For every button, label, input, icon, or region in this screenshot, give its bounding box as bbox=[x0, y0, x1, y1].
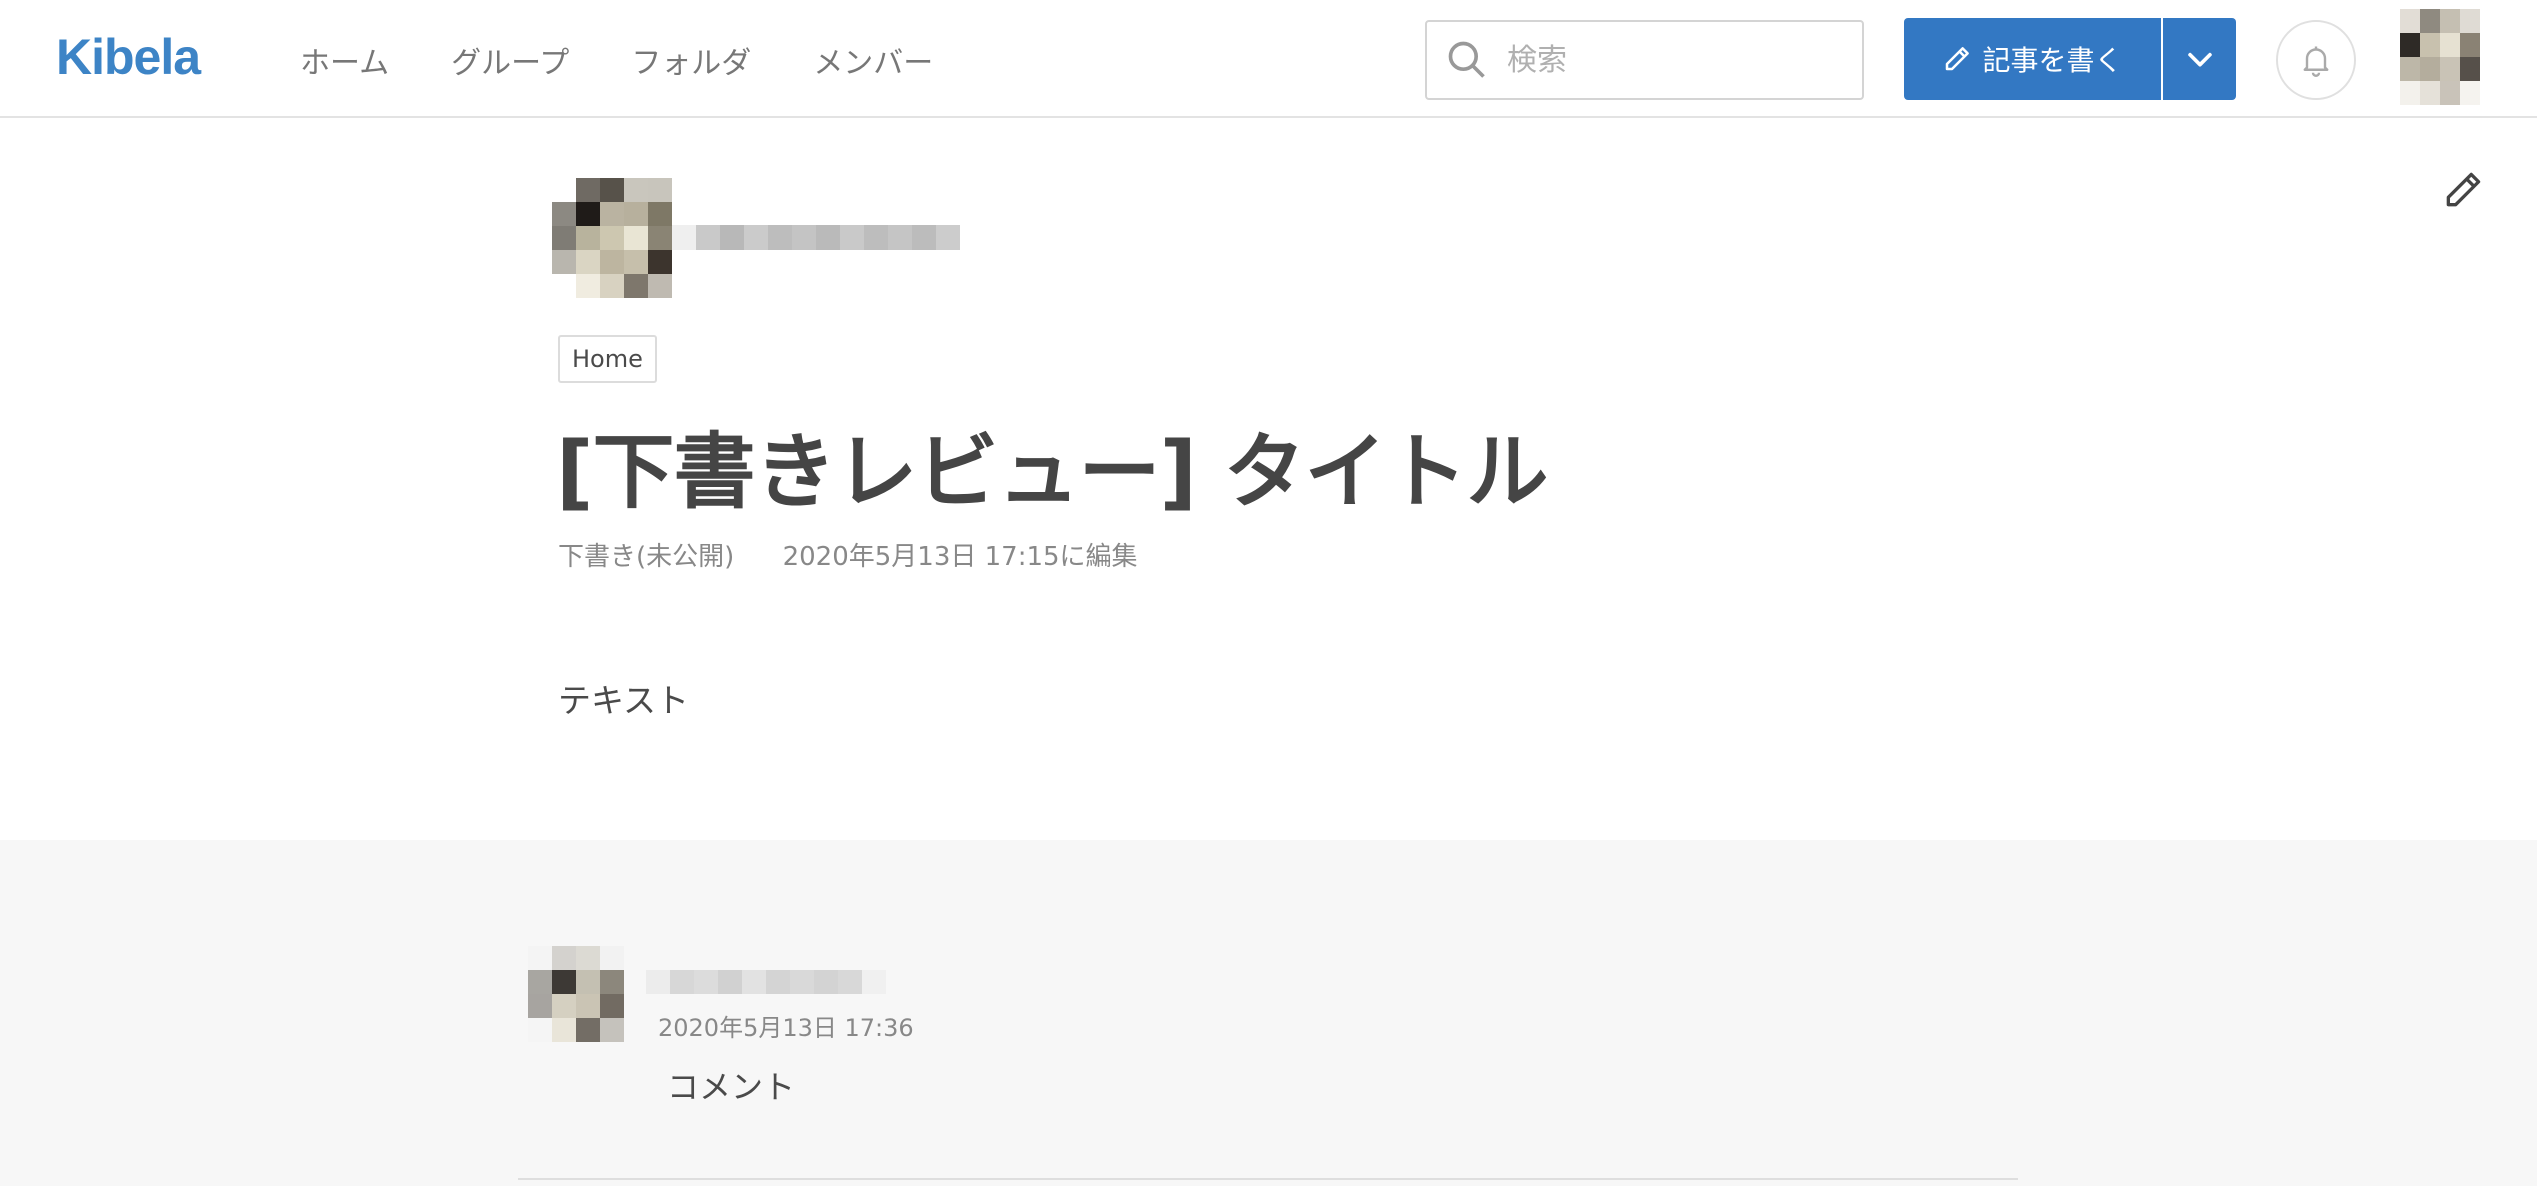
article-body: テキスト bbox=[558, 681, 690, 720]
nav-item-folders[interactable]: フォルダ bbox=[631, 38, 751, 82]
pencil-icon bbox=[1946, 47, 1970, 71]
comment-timestamp[interactable]: 2020年5月13日 17:36 bbox=[658, 1008, 914, 1043]
write-article-button[interactable]: 記事を書く bbox=[1904, 18, 2161, 100]
comment-divider bbox=[518, 1178, 2018, 1180]
top-header: Kibela ホーム グループ フォルダ メンバー 記事を書く bbox=[0, 0, 2537, 118]
chevron-down-icon bbox=[2187, 52, 2212, 67]
author-name[interactable] bbox=[672, 225, 960, 250]
article-title: [下書きレビュー] タイトル bbox=[556, 425, 1549, 520]
main-nav: ホーム グループ フォルダ メンバー bbox=[300, 38, 995, 82]
search-input[interactable] bbox=[1507, 34, 1847, 86]
write-dropdown-button[interactable] bbox=[2163, 18, 2236, 100]
commenter-name[interactable] bbox=[646, 970, 886, 994]
search-icon bbox=[1448, 41, 1485, 78]
article-meta: 下書き(未公開) 2020年5月13日 17:15に編集 bbox=[558, 536, 1138, 573]
commenter-avatar[interactable] bbox=[528, 946, 624, 1042]
edit-article-icon[interactable] bbox=[2441, 168, 2485, 212]
draft-status: 下書き(未公開) bbox=[558, 542, 735, 572]
nav-item-groups[interactable]: グループ bbox=[451, 38, 569, 82]
notifications-button[interactable] bbox=[2276, 20, 2356, 100]
nav-item-home[interactable]: ホーム bbox=[300, 38, 389, 82]
nav-item-members[interactable]: メンバー bbox=[813, 38, 933, 82]
comments-section bbox=[0, 840, 2537, 1186]
comment-body: コメント bbox=[667, 1068, 796, 1106]
search-box bbox=[1425, 20, 1864, 100]
folder-tag[interactable]: Home bbox=[558, 335, 657, 383]
kibela-logo[interactable]: Kibela bbox=[56, 28, 201, 86]
bell-icon bbox=[2303, 46, 2329, 77]
author-avatar[interactable] bbox=[552, 178, 672, 298]
user-avatar[interactable] bbox=[2400, 9, 2480, 105]
edited-timestamp[interactable]: 2020年5月13日 17:15に編集 bbox=[783, 542, 1138, 572]
write-article-label: 記事を書く bbox=[1982, 44, 2123, 77]
